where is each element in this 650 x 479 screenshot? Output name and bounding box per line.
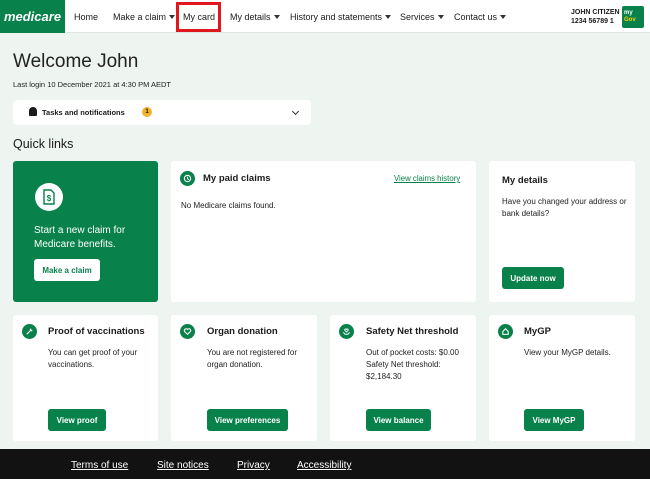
footer-terms-link[interactable]: Terms of use (71, 460, 128, 471)
nav-history-label: History and statements (290, 11, 383, 22)
nav-make-a-claim-label: Make a claim (113, 11, 167, 22)
user-number: 1234 56789 1 (571, 18, 614, 25)
vaccinations-text: You can get proof of your vaccinations. (48, 348, 138, 369)
quick-links-heading: Quick links (13, 137, 74, 151)
caret-down-icon (169, 14, 176, 19)
tasks-and-notifications[interactable]: Tasks and notifications 1 (13, 100, 311, 125)
my-details-card: My details Have you changed your address… (489, 161, 635, 302)
paid-claims-text: No Medicare claims found. (181, 201, 276, 210)
paid-claims-card: My paid claims View claims history No Me… (171, 161, 476, 302)
footer-accessibility-link[interactable]: Accessibility (297, 460, 351, 471)
svg-text:$: $ (47, 194, 52, 203)
page-title: Welcome John (13, 51, 139, 72)
vaccinations-title: Proof of vaccinations (48, 326, 145, 337)
paid-claims-title: My paid claims (203, 173, 271, 184)
view-proof-button[interactable]: View proof (48, 409, 106, 431)
organ-donation-card: Organ donation You are not registered fo… (171, 315, 317, 441)
nav-contact-us[interactable]: Contact us (454, 0, 507, 33)
out-of-pocket-costs: Out of pocket costs: $0.00 (366, 348, 459, 357)
mygov-line2: Gov (624, 17, 636, 23)
view-balance-button[interactable]: View balance (366, 409, 431, 431)
nav-my-details[interactable]: My details (230, 0, 280, 33)
my-details-text: Have you changed your address or bank de… (502, 197, 627, 218)
bell-icon (29, 107, 37, 116)
tasks-label: Tasks and notifications (42, 108, 125, 117)
safety-net-threshold-label: Safety Net threshold: (366, 360, 441, 369)
view-mygp-button[interactable]: View MyGP (524, 409, 584, 431)
mygp-text: View your MyGP details. (524, 348, 611, 357)
footer-site-notices-link[interactable]: Site notices (157, 460, 209, 471)
caret-down-icon (385, 14, 392, 19)
syringe-icon (22, 324, 37, 339)
mygov-logo[interactable]: my Gov (622, 6, 644, 28)
safety-net-threshold-value: $2,184.30 (366, 372, 402, 381)
vaccinations-card: Proof of vaccinations You can get proof … (13, 315, 158, 441)
caret-down-icon (437, 14, 444, 19)
nav-services-label: Services (400, 11, 435, 22)
caret-down-icon (273, 14, 280, 19)
caret-down-icon (500, 14, 507, 19)
organ-donation-title: Organ donation (207, 326, 278, 337)
footer: Terms of use Site notices Privacy Access… (0, 449, 650, 479)
new-claim-card: $ Start a new claim for Medicare benefit… (13, 161, 158, 302)
mygp-card: MyGP View your MyGP details. View MyGP (489, 315, 635, 441)
top-navigation: medicare Home Make a claim My card My de… (0, 0, 650, 33)
safety-net-title: Safety Net threshold (366, 326, 459, 337)
hands-heart-icon (339, 324, 354, 339)
heart-icon (180, 324, 195, 339)
nav-contact-us-label: Contact us (454, 11, 498, 22)
tasks-count-badge: 1 (142, 107, 152, 117)
user-name: JOHN CITIZEN (571, 9, 620, 16)
highlight-box (176, 2, 221, 32)
chevron-down-icon (291, 107, 300, 116)
nav-services[interactable]: Services (400, 0, 444, 33)
user-info: JOHN CITIZEN 1234 56789 1 (571, 8, 620, 26)
update-now-button[interactable]: Update now (502, 267, 564, 289)
make-a-claim-button[interactable]: Make a claim (34, 259, 100, 281)
view-claims-history-link[interactable]: View claims history (394, 174, 460, 183)
view-preferences-button[interactable]: View preferences (207, 409, 288, 431)
nav-home-label: Home (74, 11, 99, 22)
footer-privacy-link[interactable]: Privacy (237, 460, 270, 471)
last-login: Last login 10 December 2021 at 4:30 PM A… (13, 80, 172, 89)
mygp-title: MyGP (524, 326, 551, 337)
history-icon (180, 171, 195, 186)
new-claim-text: Start a new claim for Medicare benefits. (34, 225, 126, 250)
document-dollar-icon: $ (35, 183, 63, 211)
home-icon (498, 324, 513, 339)
nav-make-a-claim[interactable]: Make a claim (113, 0, 176, 33)
organ-donation-text: You are not registered for organ donatio… (207, 348, 297, 369)
medicare-logo[interactable]: medicare (0, 0, 65, 33)
nav-history-and-statements[interactable]: History and statements (290, 0, 392, 33)
safety-net-card: Safety Net threshold Out of pocket costs… (330, 315, 476, 441)
my-details-title: My details (502, 175, 548, 186)
mygov-line1: my (624, 10, 633, 16)
nav-home[interactable]: Home (74, 0, 98, 33)
nav-my-details-label: My details (230, 11, 271, 22)
